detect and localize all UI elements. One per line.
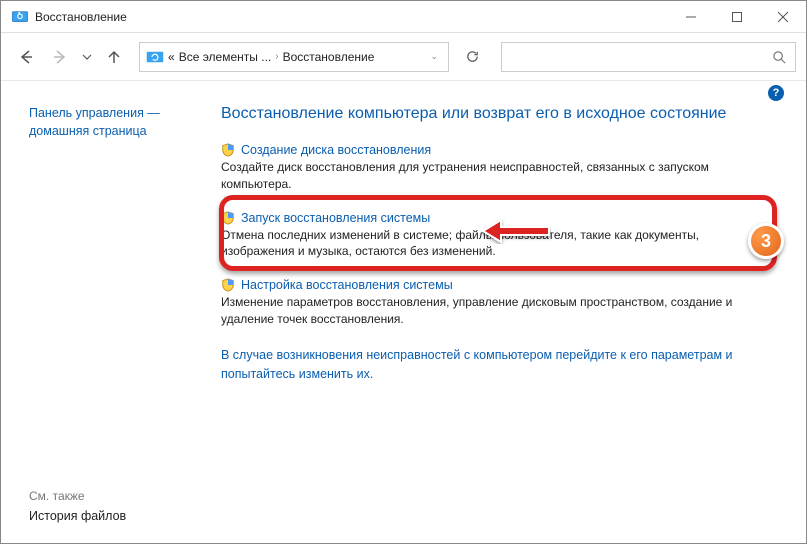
sidebar: Панель управления — домашняя страница См…	[1, 81, 211, 543]
address-bar[interactable]: « Все элементы ... › Восстановление ⌄	[139, 42, 449, 72]
recovery-small-icon	[146, 50, 164, 64]
create-recovery-drive-link[interactable]: Создание диска восстановления	[221, 143, 766, 157]
breadcrumb-root[interactable]: Все элементы ...	[179, 50, 272, 64]
maximize-button[interactable]	[714, 1, 760, 33]
content-area: Панель управления — домашняя страница См…	[1, 81, 806, 543]
refresh-button[interactable]	[457, 42, 487, 72]
window-title: Восстановление	[35, 10, 668, 24]
open-system-restore-desc: Отмена последних изменений в системе; фа…	[221, 227, 766, 261]
open-system-restore-title: Запуск восстановления системы	[241, 211, 430, 225]
main-panel: ? Восстановление компьютера или возврат …	[211, 81, 806, 543]
see-also-label: См. также	[29, 489, 126, 503]
up-button[interactable]	[99, 42, 129, 72]
shield-icon	[221, 278, 235, 292]
close-button[interactable]	[760, 1, 806, 33]
pc-settings-link[interactable]: В случае возникновения неисправностей с …	[221, 346, 776, 384]
configure-system-restore-link[interactable]: Настройка восстановления системы	[221, 278, 766, 292]
help-icon[interactable]: ?	[768, 85, 784, 101]
address-dropdown-icon[interactable]: ⌄	[426, 51, 442, 62]
file-history-link[interactable]: История файлов	[29, 509, 126, 523]
recovery-icon	[11, 8, 29, 26]
history-dropdown[interactable]	[79, 42, 95, 72]
breadcrumb-sep-icon: ›	[275, 51, 278, 62]
search-input[interactable]	[501, 42, 796, 72]
minimize-button[interactable]	[668, 1, 714, 33]
search-icon	[772, 50, 787, 65]
page-title: Восстановление компьютера или возврат ег…	[221, 105, 776, 123]
configure-system-restore-desc: Изменение параметров восстановления, упр…	[221, 294, 766, 328]
create-recovery-drive-desc: Создайте диск восстановления для устране…	[221, 159, 766, 193]
breadcrumb-ellipsis: «	[168, 50, 175, 64]
breadcrumb-current[interactable]: Восстановление	[283, 50, 375, 64]
nav-bar: « Все элементы ... › Восстановление ⌄	[1, 33, 806, 81]
shield-icon	[221, 211, 235, 225]
annotation-step-badge: 3	[748, 223, 784, 259]
configure-system-restore-item: Настройка восстановления системы Изменен…	[221, 278, 776, 328]
configure-system-restore-title: Настройка восстановления системы	[241, 278, 453, 292]
sidebar-bottom: См. также История файлов	[29, 489, 126, 523]
control-panel-home-link[interactable]: Панель управления — домашняя страница	[29, 105, 199, 140]
back-button[interactable]	[11, 42, 41, 72]
create-recovery-drive-item: Создание диска восстановления Создайте д…	[221, 143, 776, 193]
window-controls	[668, 1, 806, 33]
open-system-restore-item: Запуск восстановления системы Отмена пос…	[221, 211, 776, 261]
forward-button[interactable]	[45, 42, 75, 72]
shield-icon	[221, 143, 235, 157]
open-system-restore-link[interactable]: Запуск восстановления системы	[221, 211, 766, 225]
create-recovery-drive-title: Создание диска восстановления	[241, 143, 431, 157]
title-bar: Восстановление	[1, 1, 806, 33]
